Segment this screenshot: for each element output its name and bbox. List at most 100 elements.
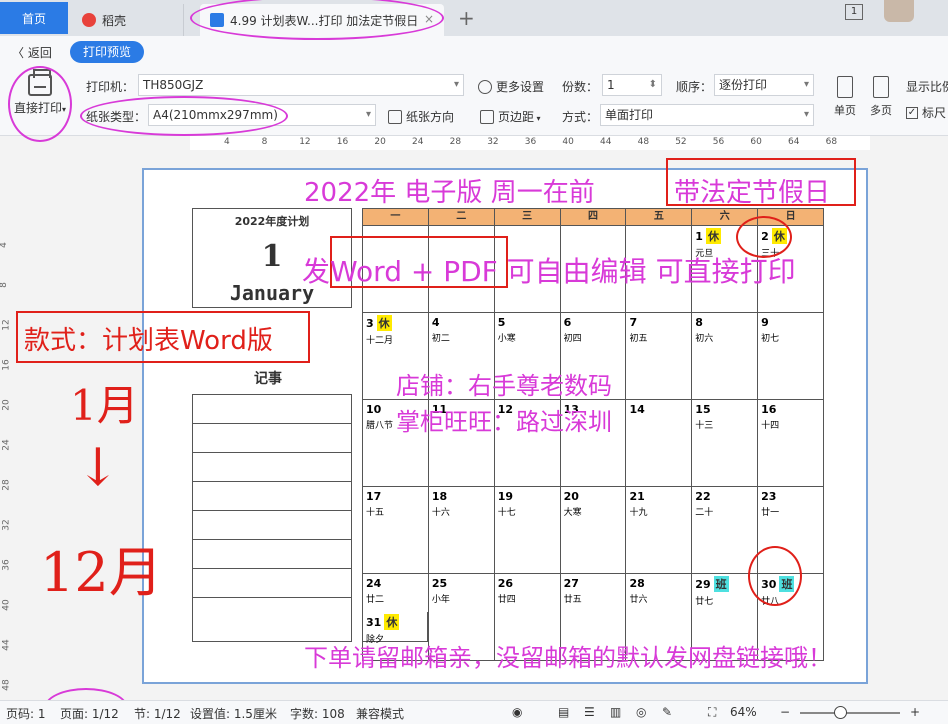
day-number: 21 <box>629 490 645 503</box>
tab-daoke[interactable]: 稻壳 <box>72 4 184 36</box>
daoke-icon <box>82 13 96 27</box>
zoom-slider[interactable] <box>800 712 900 714</box>
back-button[interactable]: 〈 返回 <box>12 44 52 61</box>
day-number: 26 <box>497 577 514 590</box>
ruler-tick: 4 <box>0 242 9 248</box>
page-view-icon[interactable]: ▤ <box>558 705 569 719</box>
eye-protection-icon[interactable]: ◉ <box>512 705 522 719</box>
calendar-day-14: 14 <box>626 400 693 487</box>
order-label: 顺序： <box>676 80 713 94</box>
single-page-button[interactable]: 单页 <box>826 76 864 118</box>
ruler-tick: 48 <box>637 137 650 147</box>
weekday-label: 三 <box>495 209 561 225</box>
order-select[interactable]: 逐份打印 <box>714 74 814 96</box>
lunar-date: 廿七 <box>695 597 714 607</box>
ruler-tick: 16 <box>1 359 12 371</box>
ruler-tick: 24 <box>1 439 12 451</box>
ruler-checkbox-label: 标尺 <box>922 106 947 120</box>
ruler-checkbox[interactable]: ✓ 标尺 <box>906 104 946 121</box>
copies-stepper[interactable]: 1 <box>602 74 662 96</box>
printer-label: 打印机： <box>86 80 135 94</box>
zoom-slider-handle[interactable] <box>834 706 847 719</box>
zoom-out-icon[interactable]: − <box>780 705 790 719</box>
lunar-date: 十五 <box>366 508 385 518</box>
ruler-tick: 20 <box>1 399 12 411</box>
avatar[interactable] <box>884 0 914 22</box>
read-view-icon[interactable]: ▥ <box>610 705 621 719</box>
status-bar: 页码: 1 页面: 1/12 节: 1/12 设置值: 1.5厘米 字数: 10… <box>0 700 948 724</box>
paper-type-ellipse <box>80 96 288 136</box>
promo-word-pdf: 发Word + PDF 可自由编辑 可直接打印 <box>302 255 796 288</box>
ruler-tick: 4 <box>224 137 230 147</box>
window-pages-icon[interactable]: 1 <box>845 4 863 20</box>
orientation-button[interactable]: 纸张方向 <box>388 108 454 125</box>
promo-holiday: 带法定节假日 <box>674 178 831 208</box>
day-number: 14 <box>629 403 645 416</box>
more-settings-button[interactable]: 更多设置 <box>478 78 544 95</box>
lunar-date: 十七 <box>497 508 516 518</box>
calendar-day-16: 16 十四 <box>758 400 825 487</box>
word-count[interactable]: 字数: 108 <box>290 705 345 722</box>
margin-button[interactable]: 页边距 ▾ <box>480 108 541 125</box>
ruler-tick: 68 <box>825 137 838 147</box>
lunar-date: 初四 <box>563 334 582 344</box>
horizontal-ruler: 4 8 12 16 20 24 28 32 36 40 44 48 52 56 60 64 68 <box>190 136 870 150</box>
print-preview-button[interactable]: 打印预览 <box>70 41 144 63</box>
calendar-day-9: 9 初七 <box>758 313 825 400</box>
tab-bar: 首页 稻壳 4.99 计划表W...打印 加法定节假日 × + 1 <box>0 0 948 36</box>
fit-page-icon[interactable]: ⛶ <box>708 705 716 720</box>
day-number: 31 <box>366 616 382 629</box>
add-tab-button[interactable]: + <box>458 6 475 30</box>
calendar-day-20: 20 大寒 <box>560 487 627 574</box>
zoom-level[interactable]: 64% <box>730 705 757 719</box>
hand-arrow: ↓ <box>76 438 120 498</box>
ruler-tick: 56 <box>712 137 725 147</box>
tab-home[interactable]: 首页 <box>0 2 68 34</box>
print-mode-select[interactable]: 单面打印 <box>600 104 814 126</box>
lunar-date: 十三 <box>695 421 714 431</box>
ruler-tick: 40 <box>562 137 574 147</box>
printer-select[interactable]: TH850GJZ <box>138 74 464 96</box>
ruler-tick: 24 <box>412 137 424 147</box>
lunar-date: 十四 <box>761 421 780 431</box>
lunar-date: 二十 <box>695 508 714 518</box>
weekday-label: 四 <box>561 209 627 225</box>
lunar-date: 廿六 <box>629 595 648 605</box>
compat-mode: 兼容模式 <box>356 707 405 721</box>
promo-headline: 2022年 电子版 周一在前 <box>304 178 595 208</box>
zoom-in-icon[interactable]: + <box>910 705 920 719</box>
gear-icon <box>478 80 492 94</box>
lunar-date: 初六 <box>695 334 714 344</box>
ruler-tick: 32 <box>487 137 499 147</box>
day-number: 7 <box>629 316 638 329</box>
day-number: 6 <box>563 316 572 329</box>
document-page[interactable]: 2022年度计划 1 January 记事 一二三四五六日 1 休元旦 2 休三十 3 休… <box>142 158 868 684</box>
lunar-date: 廿二 <box>366 595 385 605</box>
ruler-tick: 12 <box>1 319 12 331</box>
outline-view-icon[interactable]: ☰ <box>584 705 595 719</box>
multi-page-icon <box>873 76 889 98</box>
lunar-date: 初七 <box>761 334 780 344</box>
multi-page-button[interactable]: 多页 <box>862 76 900 118</box>
day-number: 28 <box>629 577 645 590</box>
write-view-icon[interactable]: ✎ <box>662 705 672 719</box>
lunar-date: 初五 <box>629 334 648 344</box>
holiday-tag: 休 <box>705 228 721 244</box>
more-settings-label: 更多设置 <box>496 80 545 94</box>
vertical-ruler: 4812162024283236404448 <box>0 150 12 691</box>
promo-email: 下单请留邮箱亲，没留邮箱的默认发网盘链接哦！ <box>304 644 832 672</box>
weekday-label: 二 <box>429 209 495 225</box>
day-number: 19 <box>497 490 514 503</box>
web-view-icon[interactable]: ◎ <box>636 705 646 719</box>
lunar-date: 大寒 <box>563 508 582 518</box>
holiday-tag: 休 <box>376 315 392 331</box>
ruler-tick: 8 <box>0 282 9 288</box>
calendar-day-8: 8 初六 <box>692 313 759 400</box>
orientation-icon <box>388 110 402 124</box>
day-number: 18 <box>431 490 448 503</box>
day-number: 8 <box>695 316 703 329</box>
day-number: 22 <box>695 490 711 503</box>
lunar-date: 廿四 <box>497 595 516 605</box>
calendar-day-21: 21 十九 <box>626 487 693 574</box>
page-indicator[interactable]: 页面: 1/12 <box>60 705 119 722</box>
